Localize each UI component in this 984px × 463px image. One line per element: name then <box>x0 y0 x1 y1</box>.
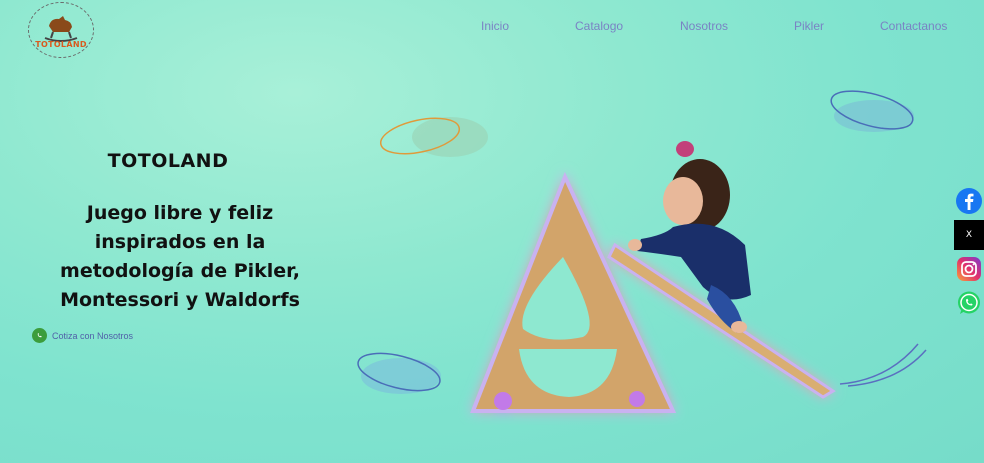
nav-nosotros[interactable]: Nosotros <box>680 19 728 33</box>
social-bar: X <box>954 186 984 322</box>
cta-label: Cotiza con Nosotros <box>52 330 134 341</box>
nav-catalogo[interactable]: Catalogo <box>575 19 623 33</box>
main-nav: Inicio Catalogo Nosotros Pikler Contacta… <box>0 19 984 39</box>
hero-subtitle-line: inspirados en la <box>94 231 266 253</box>
hero-subtitle-line: Juego libre y feliz <box>86 202 274 224</box>
instagram-icon <box>957 257 981 281</box>
hero-image-pikler-triangle <box>470 141 836 413</box>
instagram-link[interactable] <box>954 254 984 284</box>
logo-text: TOTOLAND <box>35 39 87 49</box>
hero-subtitle-line: Montessori y Waldorfs <box>60 289 300 311</box>
nav-inicio[interactable]: Inicio <box>481 19 509 33</box>
quote-whatsapp-link[interactable]: Cotiza con Nosotros <box>32 328 133 343</box>
x-link[interactable]: X <box>954 220 984 250</box>
whatsapp-icon <box>958 291 980 314</box>
facebook-icon <box>956 188 982 214</box>
whatsapp-link[interactable] <box>954 288 984 318</box>
nav-contactanos[interactable]: Contactanos <box>880 19 947 33</box>
hero-subtitle-line: metodología de Pikler, <box>60 260 300 282</box>
x-icon: X <box>965 230 973 240</box>
hero-subtitle: Juego libre y feliz inspirados en la met… <box>22 199 338 315</box>
hero-title: TOTOLAND <box>107 150 229 172</box>
facebook-link[interactable] <box>954 186 984 216</box>
nav-pikler[interactable]: Pikler <box>794 19 824 33</box>
whatsapp-icon <box>32 328 47 343</box>
